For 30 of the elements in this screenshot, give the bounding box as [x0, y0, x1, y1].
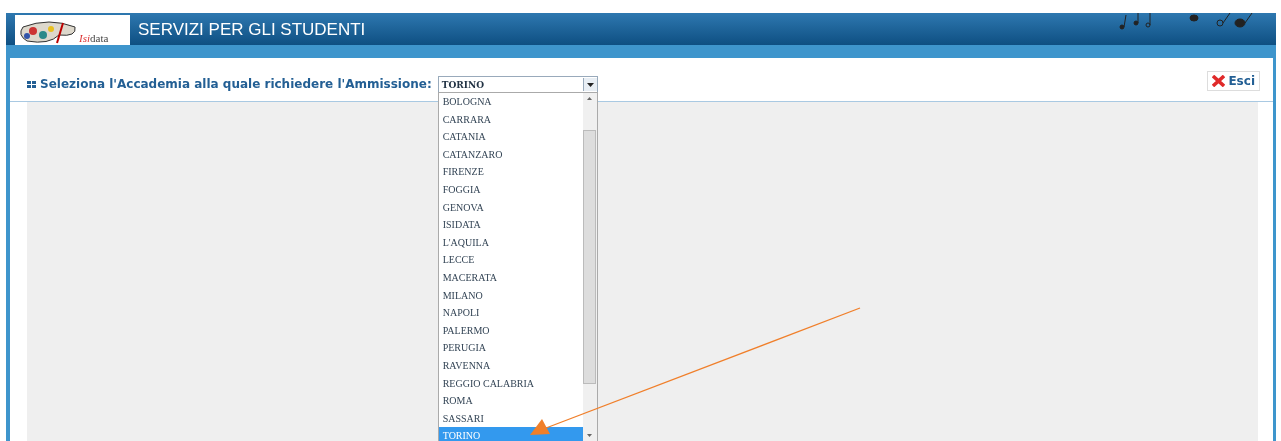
dropdown-option[interactable]: GENOVA	[438, 198, 583, 217]
caret-icon	[586, 82, 594, 87]
dropdown-option[interactable]: BOLOGNA	[438, 93, 583, 111]
dropdown-option[interactable]: NAPOLI	[438, 304, 583, 322]
dropdown-option[interactable]: LECCE	[438, 251, 583, 269]
dropdown-option[interactable]: PERUGIA	[438, 339, 583, 357]
dropdown-option[interactable]: FOGGIA	[438, 180, 583, 199]
dropdown-option[interactable]: ROMA	[438, 392, 583, 410]
dropdown-option[interactable]: REGGIO CALABRIA	[438, 374, 583, 393]
grid-bullet-icon	[27, 81, 36, 89]
scroll-down-icon[interactable]	[587, 434, 593, 437]
scrollbar[interactable]	[582, 93, 597, 441]
select-label: Seleziona l'Accademia alla quale richiedere l'Ammissione:	[40, 76, 432, 93]
palette-icon	[19, 21, 79, 45]
dropdown-option[interactable]: RAVENNA	[438, 356, 583, 375]
dropdown-option[interactable]: CATANIA	[438, 128, 583, 146]
exit-button[interactable]: Esci	[1207, 71, 1260, 91]
dropdown-option[interactable]: MILANO	[438, 286, 583, 305]
dropdown-option[interactable]: ISIDATA	[438, 216, 583, 234]
scroll-up-icon[interactable]	[587, 97, 593, 100]
dropdown-option[interactable]: L'AQUILA	[438, 233, 583, 252]
header-title: SERVIZI PER GLI STUDENTI	[138, 20, 366, 40]
dropdown-option[interactable]: CATANZARO	[438, 145, 583, 164]
dropdown-option[interactable]: SASSARI	[438, 409, 583, 428]
dropdown-option[interactable]: MACERATA	[438, 268, 583, 287]
dropdown-option[interactable]: PALERMO	[438, 321, 583, 340]
dropdown-option[interactable]: FIRENZE	[438, 163, 583, 181]
close-icon	[1212, 75, 1226, 87]
logo-text: Isidata	[79, 32, 109, 44]
dropdown-option[interactable]: CARRARA	[438, 110, 583, 129]
